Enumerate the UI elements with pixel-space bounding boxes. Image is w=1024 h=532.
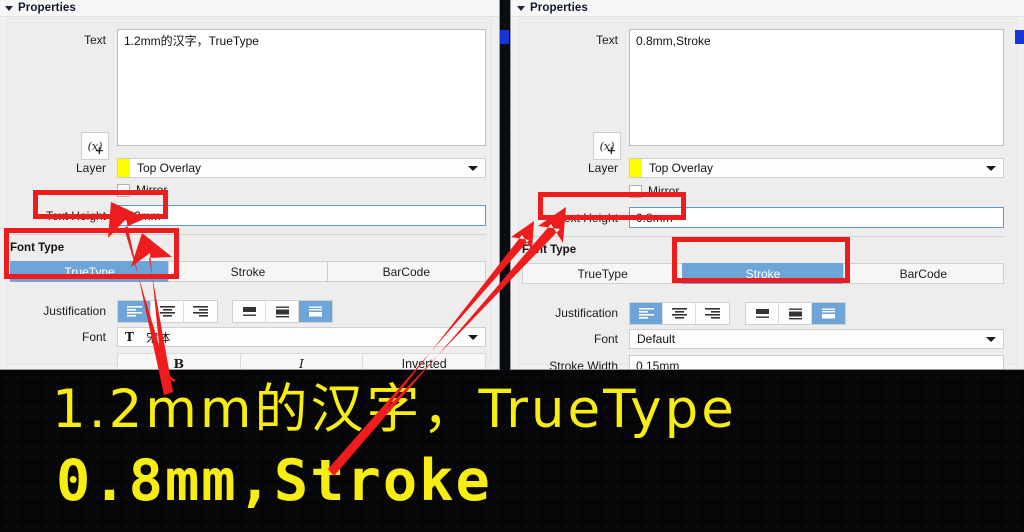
align-top-icon[interactable] — [746, 303, 779, 324]
triangle-collapse-icon[interactable] — [517, 6, 525, 11]
font-type-section-label: Font Type — [522, 244, 577, 256]
align-top-icon[interactable] — [233, 301, 266, 322]
chevron-down-icon[interactable] — [468, 335, 478, 340]
stroke-width-label: Stroke Width — [549, 359, 618, 370]
text-label: Text — [83, 33, 106, 47]
text-height-highlight-left — [33, 190, 168, 219]
font-type-option-truetype[interactable]: TrueType — [522, 263, 684, 284]
justification-vertical-group[interactable] — [232, 300, 333, 323]
align-right-icon[interactable] — [696, 303, 729, 324]
inverted-button[interactable]: Inverted — [362, 353, 487, 369]
screenshot-root: 1.2mm的汉字，TrueType 0.8mm,Stroke Propertie… — [0, 0, 1024, 532]
align-bottom-icon[interactable] — [812, 303, 845, 324]
text-input[interactable]: 1.2mm的汉字，TrueType — [117, 29, 486, 146]
chevron-down-icon[interactable] — [468, 166, 478, 171]
chevron-down-icon[interactable] — [986, 166, 996, 171]
align-right-icon[interactable] — [184, 301, 217, 322]
stroke-width-input[interactable]: 0.15mm — [629, 355, 1004, 369]
text-style-button-group[interactable]: B I Inverted — [117, 353, 487, 369]
layer-label: Layer — [75, 161, 106, 175]
align-center-icon[interactable] — [663, 303, 696, 324]
layer-color-swatch — [118, 159, 130, 177]
font-type-option-barcode[interactable]: BarCode — [842, 263, 1004, 284]
align-center-icon[interactable] — [151, 301, 184, 322]
font-label: Font — [593, 332, 618, 346]
justification-horizontal-group[interactable] — [629, 302, 730, 325]
selection-marker-left — [500, 30, 509, 44]
chevron-down-icon[interactable] — [986, 337, 996, 342]
layer-select[interactable]: Top Overlay — [629, 158, 1004, 178]
font-type-highlight-right — [672, 237, 850, 283]
align-middle-icon[interactable] — [266, 301, 299, 322]
add-parameter-icon[interactable]: (x) + — [593, 132, 621, 160]
font-label: Font — [81, 330, 106, 344]
page-title: Properties — [18, 1, 76, 14]
panel-header-right[interactable]: Properties — [511, 0, 1024, 17]
font-type-highlight-left — [4, 228, 179, 279]
properties-panel-left: Properties Text 1.2mm的汉字，TrueType (x) + … — [0, 0, 500, 370]
justification-label: Justification — [43, 304, 106, 318]
layer-value: Top Overlay — [649, 161, 714, 175]
pcb-text-line-2[interactable]: 0.8mm,Stroke — [56, 453, 492, 510]
justification-label: Justification — [555, 306, 618, 320]
justification-horizontal-group[interactable] — [117, 300, 218, 323]
text-height-highlight-right — [538, 192, 686, 220]
font-select[interactable]: T 宋体 — [117, 327, 486, 347]
text-label: Text — [595, 33, 618, 47]
align-left-icon[interactable] — [630, 303, 663, 324]
properties-panel-right: Properties Text 0.8mm,Stroke (x) + Layer… — [510, 0, 1024, 370]
triangle-collapse-icon[interactable] — [5, 6, 13, 11]
truetype-font-icon: T — [125, 330, 143, 344]
panel-header-left[interactable]: Properties — [0, 0, 499, 17]
page-title: Properties — [530, 1, 588, 14]
align-middle-icon[interactable] — [779, 303, 812, 324]
text-height-input[interactable]: 1.2mm — [117, 205, 486, 226]
justification-vertical-group[interactable] — [745, 302, 846, 325]
italic-button[interactable]: I — [239, 353, 364, 369]
layer-label: Layer — [587, 161, 618, 175]
bold-button[interactable]: B — [117, 353, 241, 369]
layer-value: Top Overlay — [137, 161, 202, 175]
align-bottom-icon[interactable] — [299, 301, 332, 322]
pcb-text-line-1[interactable]: 1.2mm的汉字，TrueType — [52, 383, 737, 436]
fx-plus: + — [94, 144, 104, 157]
selection-marker-right — [1015, 30, 1024, 44]
add-parameter-icon[interactable]: (x) + — [81, 132, 109, 160]
fx-plus: + — [606, 144, 616, 157]
font-value: 宋体 — [146, 330, 171, 345]
font-type-option-stroke[interactable]: Stroke — [168, 261, 328, 282]
font-select[interactable]: Default — [629, 329, 1004, 349]
font-value: Default — [637, 332, 676, 346]
layer-color-swatch — [630, 159, 642, 177]
text-input[interactable]: 0.8mm,Stroke — [629, 29, 1004, 146]
align-left-icon[interactable] — [118, 301, 151, 322]
layer-select[interactable]: Top Overlay — [117, 158, 486, 178]
font-type-option-barcode[interactable]: BarCode — [326, 261, 486, 282]
